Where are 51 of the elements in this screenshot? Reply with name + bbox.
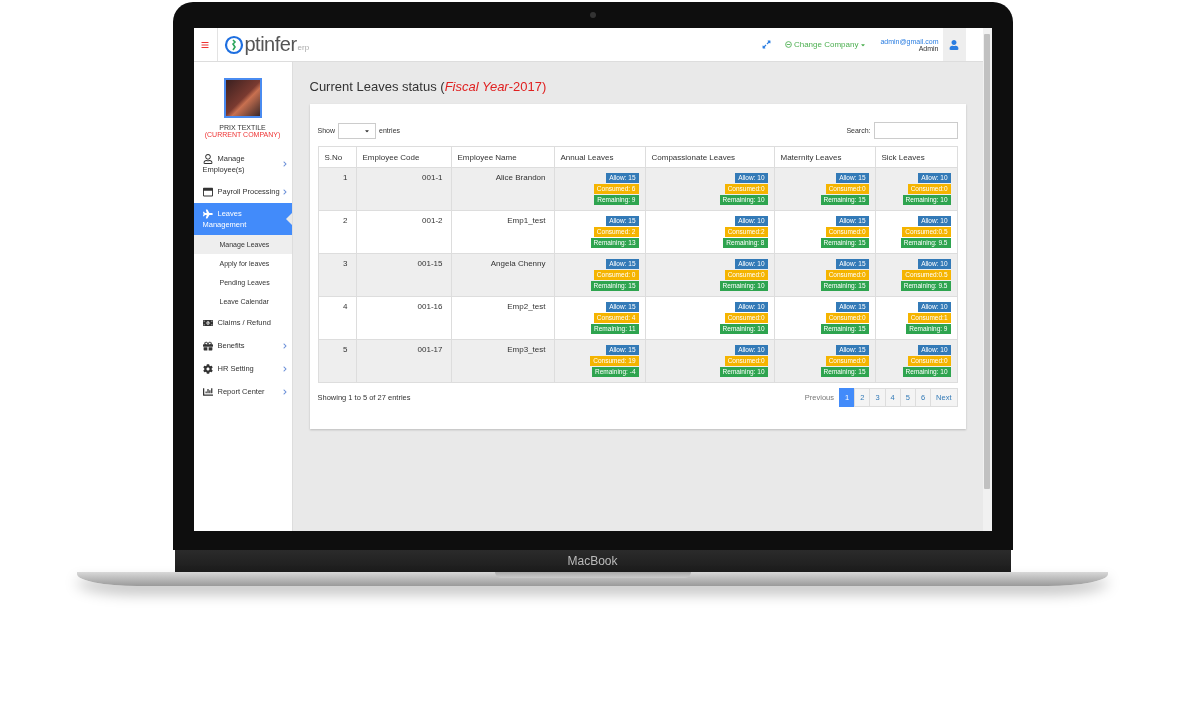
- table-cell: 3: [318, 253, 356, 297]
- circle-minus-icon: [784, 41, 792, 48]
- table-cell: 001-2: [356, 210, 451, 254]
- logo-icon: [223, 34, 244, 55]
- table-cell: 5: [318, 339, 356, 383]
- menu-icon: [201, 40, 209, 49]
- column-header: Employee Name: [451, 146, 554, 168]
- table-cell: 2: [318, 210, 356, 254]
- caret-icon: [860, 41, 867, 48]
- column-header: S.No: [318, 146, 356, 168]
- device-label: MacBook: [567, 554, 618, 568]
- chevron-icon: [281, 188, 288, 195]
- scrollbar[interactable]: [982, 28, 992, 531]
- gear-icon: [202, 364, 213, 375]
- table-cell: 001-16: [356, 296, 451, 340]
- table-cell: 001-1: [356, 167, 451, 211]
- table-cell: 001-17: [356, 339, 451, 383]
- expand-button[interactable]: [761, 40, 771, 49]
- table-cell: Emp1_test: [451, 210, 554, 254]
- user-button[interactable]: [942, 28, 966, 61]
- column-header: Sick Leaves: [875, 146, 957, 168]
- user-icon: [202, 154, 213, 164]
- page-title: Current Leaves status (Fiscal Year-2017): [309, 79, 548, 94]
- user-icon: [949, 39, 959, 50]
- chevron-icon: [281, 161, 288, 167]
- camera-dot: [589, 12, 596, 18]
- window-icon: [202, 187, 213, 197]
- bar-chart-icon: [202, 387, 213, 398]
- plane-icon: [202, 209, 213, 220]
- logo-text: ptinfer: [244, 33, 297, 56]
- photo-placeholder: [223, 78, 262, 118]
- table-cell: Angela Chenny: [451, 253, 554, 297]
- caret-icon: [364, 127, 370, 134]
- table-cell: 1: [318, 167, 356, 211]
- column-header: Maternity Leaves: [774, 146, 875, 168]
- search-field[interactable]: [873, 122, 958, 139]
- banknote-icon: [202, 318, 213, 329]
- table-cell: 001-15: [356, 253, 451, 297]
- gift-icon: [202, 341, 213, 352]
- column-header: Employee Code: [356, 146, 451, 168]
- table-cell: Alice Brandon: [451, 167, 554, 211]
- logo-suffix: erp: [297, 43, 310, 52]
- table-cell: Emp3_test: [451, 339, 554, 383]
- chevron-icon: [281, 388, 288, 395]
- table-cell: Emp2_test: [451, 296, 554, 340]
- expand-icon: [761, 40, 771, 49]
- table-cell: 4: [318, 296, 356, 340]
- chevron-icon: [281, 365, 288, 372]
- column-header: Compassionate Leaves: [645, 146, 774, 168]
- chevron-icon: [281, 342, 288, 349]
- column-header: Annual Leaves: [554, 146, 645, 168]
